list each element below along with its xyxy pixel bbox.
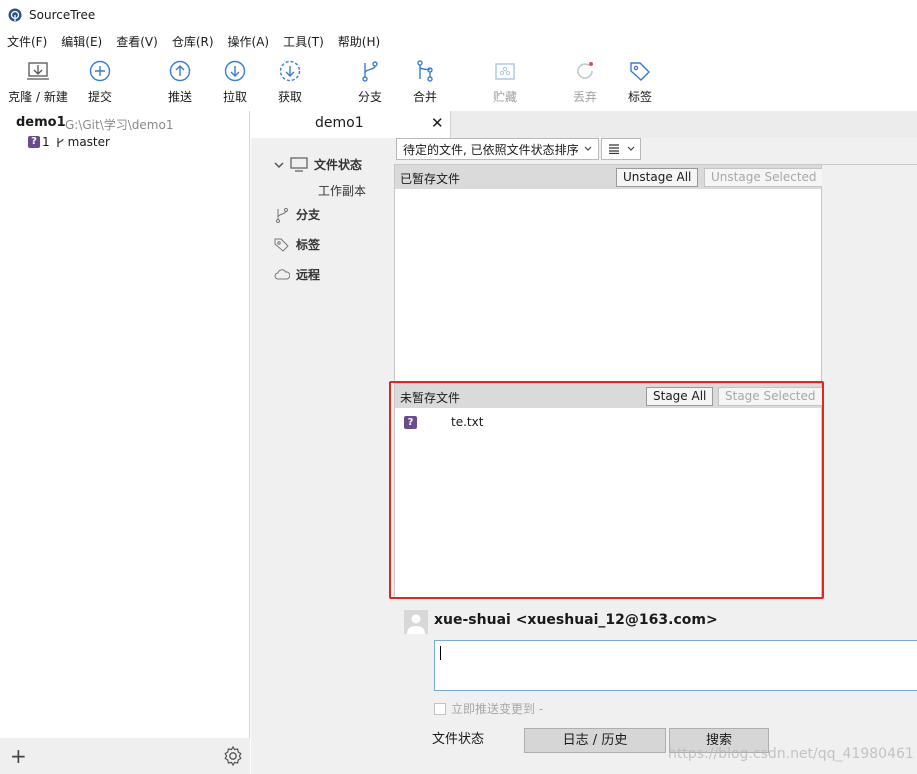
menu-view[interactable]: 查看(V)	[116, 33, 158, 50]
staged-header: 已暂存文件 Unstage All Unstage Selected	[395, 165, 824, 189]
push-immediately-checkbox[interactable]: 立即推送变更到 -	[434, 700, 543, 717]
tab-log-history[interactable]: 日志 / 历史	[524, 728, 666, 753]
window-title: SourceTree	[29, 8, 96, 22]
stash-button[interactable]: 贮藏	[473, 59, 537, 105]
right-gutter	[822, 164, 917, 600]
chevron-down-icon	[584, 146, 592, 151]
untracked-count: 1	[42, 135, 50, 149]
nav-remotes[interactable]: 远程	[274, 266, 320, 283]
repo-status-row[interactable]: ? 1 master	[28, 135, 110, 149]
tab-demo1[interactable]: demo1 ✕	[251, 111, 451, 138]
menu-bar: 文件(F) 编辑(E) 查看(V) 仓库(R) 操作(A) 工具(T) 帮助(H…	[0, 30, 917, 52]
arrow-down-circle-icon	[224, 60, 246, 82]
branch-icon	[276, 207, 288, 223]
text-cursor	[440, 646, 441, 660]
add-repo-plus-icon[interactable]: +	[10, 744, 27, 768]
list-view-icon	[609, 144, 619, 154]
commit-author: xue-shuai <xueshuai_12@163.com>	[434, 612, 718, 628]
tab-title: demo1	[315, 115, 364, 131]
clone-new-button[interactable]: 克隆 / 新建	[6, 59, 70, 105]
nav-working-copy[interactable]: 工作副本	[318, 182, 366, 199]
tag-icon	[630, 62, 650, 81]
staged-title: 已暂存文件	[400, 172, 461, 186]
menu-file[interactable]: 文件(F)	[7, 33, 47, 50]
tag-button[interactable]: 标签	[608, 59, 672, 105]
title-bar: SourceTree	[0, 0, 917, 30]
current-branch: master	[67, 135, 110, 149]
untracked-badge-icon: ?	[28, 136, 40, 148]
fetch-dashed-circle-icon	[279, 60, 301, 82]
repo-name[interactable]: demo1	[16, 115, 66, 130]
cloud-icon	[274, 268, 290, 279]
view-mode-dropdown[interactable]	[601, 138, 641, 160]
plus-circle-icon	[89, 60, 111, 82]
unstage-selected-button[interactable]: Unstage Selected	[704, 168, 824, 187]
repository-panel: demo1 G:\Git\学习\demo1 ? 1 master +	[0, 111, 250, 774]
merge-icon	[417, 60, 433, 82]
staged-files-panel: 已暂存文件 Unstage All Unstage Selected	[394, 164, 824, 382]
nav-file-status[interactable]: 文件状态	[274, 156, 362, 173]
highlight-box	[389, 381, 824, 599]
merge-button[interactable]: 合并	[393, 59, 457, 105]
left-panel-footer: +	[0, 738, 250, 774]
fetch-button[interactable]: 获取	[258, 59, 322, 105]
arrow-up-circle-icon	[169, 60, 191, 82]
toolbar: 克隆 / 新建 提交 推送 拉取 获取 分支 合并 贮藏 丢弃 标签	[0, 53, 917, 109]
commit-button[interactable]: 提交	[68, 59, 132, 105]
nav-branches[interactable]: 分支	[274, 206, 320, 223]
file-filter-dropdown[interactable]: 待定的文件, 已依照文件状态排序	[396, 138, 599, 160]
watermark: https://blog.csdn.net/qq_41980461	[668, 746, 914, 762]
user-silhouette-icon	[407, 614, 425, 634]
repo-path: G:\Git\学习\demo1	[65, 118, 174, 132]
branch-small-icon	[57, 137, 64, 147]
monitor-icon	[290, 157, 308, 172]
sourcetree-logo-icon	[8, 8, 22, 22]
menu-repository[interactable]: 仓库(R)	[172, 33, 214, 50]
settings-gear-icon[interactable]	[222, 745, 244, 767]
branch-icon	[362, 61, 378, 82]
chevron-down-icon[interactable]	[274, 161, 284, 169]
checkbox-box[interactable]	[434, 702, 446, 715]
close-tab-icon[interactable]: ✕	[431, 114, 444, 132]
tab-file-status[interactable]: 文件状态	[408, 728, 508, 753]
discard-refresh-icon	[577, 62, 593, 79]
menu-edit[interactable]: 编辑(E)	[61, 33, 102, 50]
nav-tags[interactable]: 标签	[274, 236, 320, 253]
unstage-all-button[interactable]: Unstage All	[616, 168, 699, 187]
avatar	[404, 610, 428, 634]
chevron-down-icon	[627, 146, 635, 151]
commit-message-input[interactable]	[434, 640, 917, 691]
menu-actions[interactable]: 操作(A)	[228, 33, 270, 50]
menu-tools[interactable]: 工具(T)	[283, 33, 324, 50]
menu-help[interactable]: 帮助(H)	[338, 33, 380, 50]
stash-box-icon	[495, 63, 515, 80]
clone-icon	[27, 62, 49, 80]
tag-icon	[274, 238, 289, 252]
